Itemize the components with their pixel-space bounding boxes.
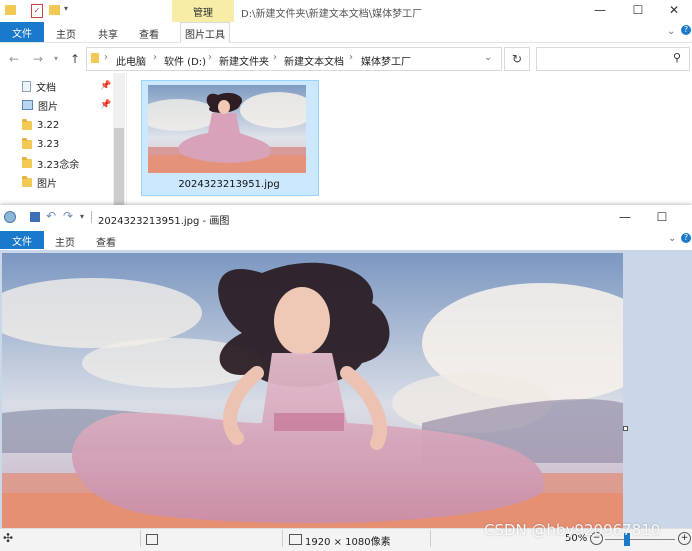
sidebar-item-label: 3.23	[37, 138, 60, 150]
search-icon: ⚲	[673, 51, 682, 64]
image-size-icon	[289, 534, 302, 545]
minimize-button[interactable]: —	[580, 2, 620, 18]
document-icon	[22, 80, 31, 92]
address-dropdown-icon[interactable]: ⌄	[484, 52, 492, 63]
file-name-label: 2024323213951.jpg	[178, 179, 280, 190]
chevron-right-icon: ›	[273, 52, 277, 63]
help-icon[interactable]: ?	[681, 233, 691, 243]
breadcrumb-item[interactable]: 软件 (D:)	[164, 53, 206, 68]
separator	[430, 530, 431, 547]
undo-icon[interactable]: ↶	[46, 209, 56, 223]
back-icon[interactable]: ←	[9, 52, 19, 66]
save-icon[interactable]	[30, 212, 40, 222]
paint-window-title: 2024323213951.jpg - 画图	[98, 216, 230, 227]
paint-app-icon	[4, 211, 16, 223]
sidebar-item-folder[interactable]: 3.23	[22, 135, 59, 153]
zoom-slider[interactable]	[605, 539, 675, 540]
chevron-right-icon: ›	[349, 52, 353, 63]
sidebar-item-label: 3.23念余	[37, 159, 80, 171]
sidebar-item-label: 文档	[36, 82, 56, 94]
sidebar-item-folder[interactable]: 图片	[22, 173, 57, 191]
separator	[140, 530, 141, 547]
forward-icon[interactable]: →	[33, 52, 43, 66]
explorer-window: ✓ ▾ 管理 D:\新建文件夹\新建文本文档\媒体梦工厂 — ☐ ✕ 文件 主页…	[0, 0, 692, 205]
canvas-image	[2, 253, 623, 528]
up-icon[interactable]: ↑	[70, 52, 80, 66]
new-folder-icon[interactable]	[49, 5, 60, 15]
navigation-pane	[0, 73, 127, 205]
cursor-position-icon: ✣	[3, 531, 14, 545]
folder-icon	[91, 53, 99, 63]
paint-tab-file[interactable]: 文件	[0, 231, 44, 249]
pin-icon[interactable]: 📌	[100, 100, 111, 110]
tab-home[interactable]: 主页	[56, 26, 76, 41]
folder-icon	[22, 118, 32, 130]
zoom-in-button[interactable]: +	[678, 532, 691, 545]
qat-dropdown-icon[interactable]: ▾	[80, 212, 84, 221]
separator	[282, 530, 283, 547]
chevron-right-icon: ›	[153, 52, 157, 63]
context-tab-manage[interactable]: 管理	[172, 0, 234, 23]
thumbnail-image	[148, 85, 306, 173]
sidebar-item-folder[interactable]: 3.23念余	[22, 154, 79, 172]
selection-size-icon	[146, 534, 158, 545]
paint-tab-view[interactable]: 查看	[96, 234, 116, 249]
window-title-path: D:\新建文件夹\新建文本文档\媒体梦工厂	[241, 9, 423, 20]
sidebar-item-label: 图片	[38, 101, 58, 113]
separator	[91, 211, 92, 223]
chevron-down-icon[interactable]: ⌄	[667, 26, 675, 37]
sidebar-scrollbar-thumb[interactable]	[114, 128, 124, 205]
resize-handle[interactable]	[623, 426, 628, 431]
sidebar-item-label: 3.22	[37, 119, 60, 131]
paint-maximize-button[interactable]: ☐	[642, 209, 682, 225]
file-thumbnail[interactable]	[148, 85, 306, 173]
sidebar-item-pictures[interactable]: 图片	[22, 96, 58, 114]
tab-share[interactable]: 共享	[98, 26, 118, 41]
search-input[interactable]	[536, 47, 690, 71]
tab-view[interactable]: 查看	[139, 26, 159, 41]
breadcrumb-item[interactable]: 新建文件夹	[219, 53, 269, 68]
folder-icon	[22, 175, 32, 187]
image-dimensions: 1920 × 1080像素	[305, 537, 391, 548]
breadcrumb-item[interactable]: 新建文本文档	[284, 53, 344, 68]
refresh-button[interactable]: ↻	[504, 47, 530, 71]
sidebar-item-documents[interactable]: 文档	[22, 77, 56, 95]
recent-locations-icon[interactable]: ▾	[54, 54, 58, 63]
folder-icon	[22, 156, 32, 168]
help-icon[interactable]: ?	[681, 25, 691, 35]
sidebar-item-folder[interactable]: 3.22	[22, 116, 59, 134]
maximize-button[interactable]: ☐	[618, 2, 658, 18]
tab-file[interactable]: 文件	[0, 22, 44, 42]
close-button[interactable]: ✕	[654, 2, 692, 18]
breadcrumb-item[interactable]: 此电脑	[116, 53, 146, 68]
chevron-right-icon: ›	[208, 52, 212, 63]
folder-icon	[22, 137, 32, 149]
sidebar-item-label: 图片	[37, 178, 57, 190]
watermark: CSDN @hby920967810	[484, 521, 661, 539]
paint-minimize-button[interactable]: —	[605, 209, 645, 225]
redo-icon[interactable]: ↷	[63, 209, 73, 223]
folder-icon	[5, 5, 16, 15]
breadcrumb-item[interactable]: 媒体梦工厂	[361, 53, 411, 68]
tab-picture-tools[interactable]: 图片工具	[180, 22, 230, 43]
chevron-right-icon: ›	[104, 52, 108, 63]
pin-icon[interactable]: 📌	[100, 81, 111, 91]
qat-dropdown-icon[interactable]: ▾	[64, 4, 68, 13]
properties-icon[interactable]: ✓	[31, 4, 43, 18]
chevron-down-icon[interactable]: ⌄	[668, 233, 676, 244]
image-canvas[interactable]	[2, 253, 623, 528]
pictures-icon	[22, 100, 33, 110]
paint-tab-home[interactable]: 主页	[55, 234, 75, 249]
